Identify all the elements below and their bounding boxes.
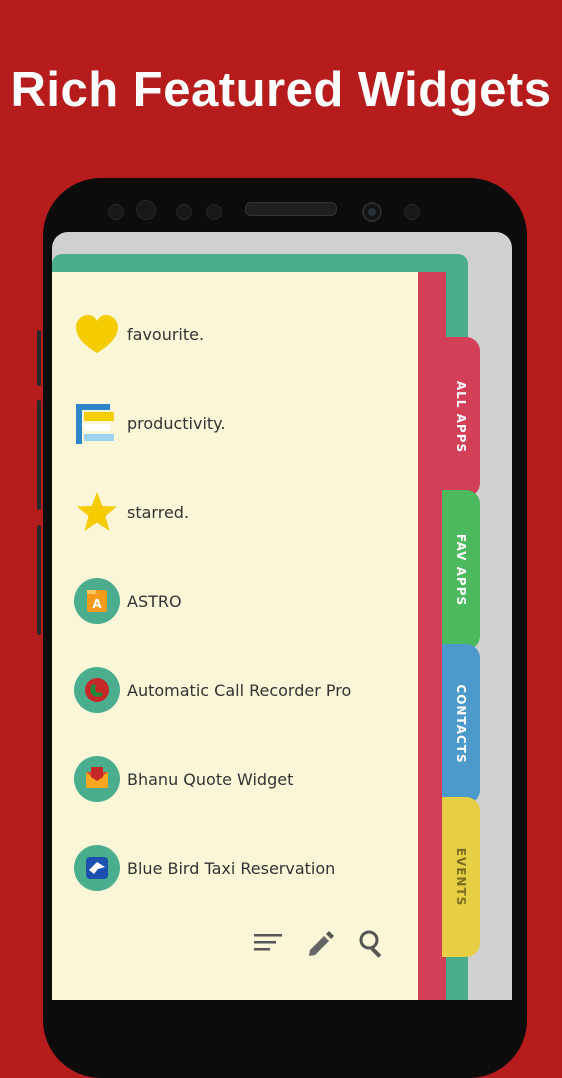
list-item-productivity[interactable]: productivity. [74,398,404,448]
quote-widget-app-icon [74,756,120,802]
sort-icon[interactable] [252,927,284,959]
phone-speaker [245,202,337,216]
headline: Rich Featured Widgets [10,63,552,117]
list-item-astro[interactable]: A ASTRO [74,576,404,626]
phone-sensor [136,200,156,220]
productivity-icon [74,400,120,446]
phone-sensor [206,204,222,220]
tab-label: ALL APPS [454,380,468,454]
svg-text:A: A [92,597,102,611]
call-recorder-app-icon [74,667,120,713]
list-item-call-recorder[interactable]: Automatic Call Recorder Pro [74,665,404,715]
tab-label: FAV APPS [454,533,468,607]
heart-icon [74,311,120,357]
list-item-favourite[interactable]: favourite. [74,309,404,359]
astro-app-icon: A [74,578,120,624]
list-item-starred[interactable]: starred. [74,487,404,537]
phone-volume-button [37,400,41,510]
phone-volume-button [37,330,41,386]
tab-events[interactable]: EVENTS [442,797,480,957]
phone-bixby-button [37,525,41,635]
phone-screen: ALL APPS FAV APPS CONTACTS EVENTS favour… [52,232,512,1000]
tab-contacts[interactable]: CONTACTS [442,644,480,804]
tab-fav-apps[interactable]: FAV APPS [442,490,480,650]
list-item-label: starred. [127,502,190,522]
taxi-app-icon [74,845,120,891]
list-item-label: favourite. [127,324,205,344]
front-camera [362,202,382,222]
phone-sensor [176,204,192,220]
phone-sensor [404,204,420,220]
list-item-label: Bhanu Quote Widget [127,769,294,789]
search-icon[interactable] [356,927,388,959]
bottom-toolbar [252,927,392,963]
list-item-label: ASTRO [127,591,182,611]
list-item-label: productivity. [127,413,226,433]
edit-icon[interactable] [304,927,336,959]
tab-all-apps[interactable]: ALL APPS [442,337,480,497]
list-item-label: Automatic Call Recorder Pro [127,680,352,700]
phone-sensor [108,204,124,220]
tab-label: CONTACTS [454,684,468,764]
list-item-quote-widget[interactable]: Bhanu Quote Widget [74,754,404,804]
list-item-label: Blue Bird Taxi Reservation [127,858,336,878]
star-icon [74,489,120,535]
tab-label: EVENTS [454,847,468,907]
list-item-taxi[interactable]: Blue Bird Taxi Reservation [74,843,404,893]
